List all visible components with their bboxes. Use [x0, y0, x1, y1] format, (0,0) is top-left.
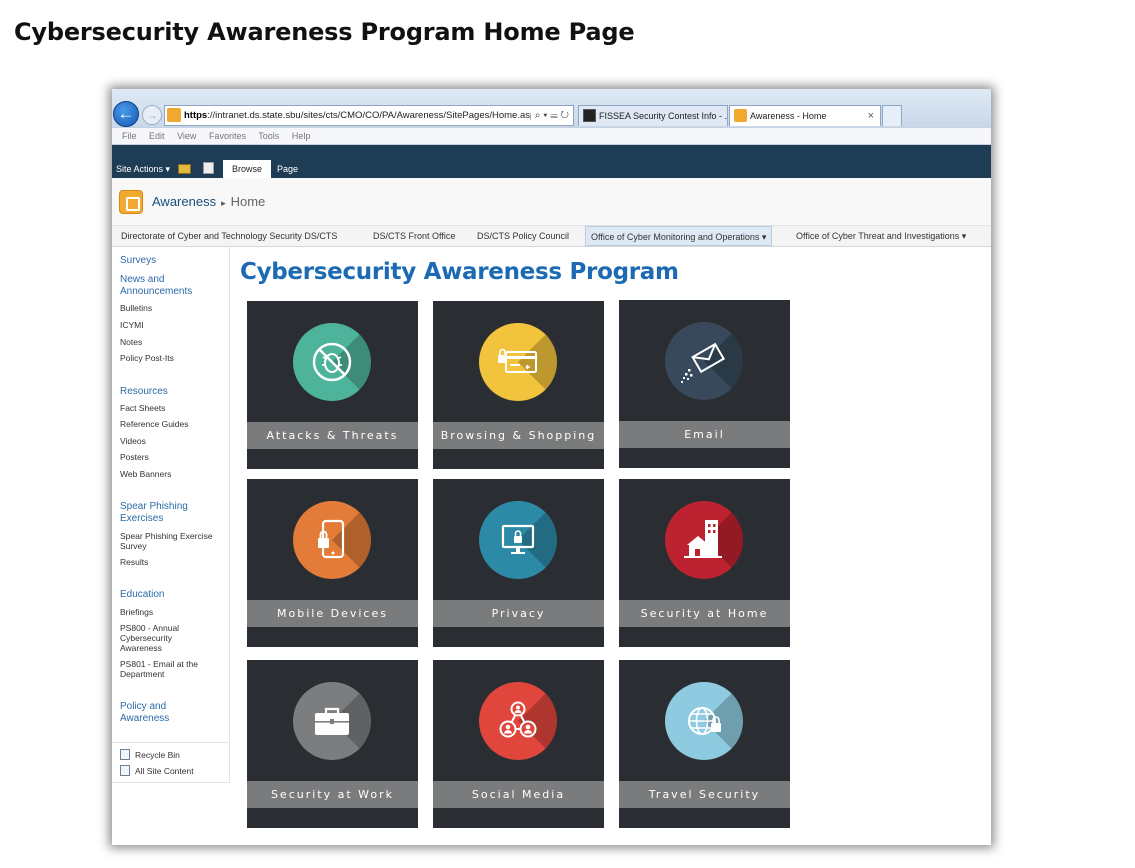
menu-help[interactable]: Help — [292, 131, 311, 141]
tile-label: Mobile Devices — [247, 600, 418, 627]
topnav-cyber-monitoring[interactable]: Office of Cyber Monitoring and Operation… — [585, 226, 773, 246]
menu-file[interactable]: File — [122, 131, 137, 141]
back-button[interactable]: ← — [113, 101, 139, 127]
navigate-up-icon[interactable] — [178, 164, 191, 174]
tab-label: FISSEA Security Contest Info - ... — [599, 111, 728, 121]
ql-videos[interactable]: Videos — [120, 436, 230, 446]
tile-label: Security at Work — [247, 781, 418, 808]
ql-posters[interactable]: Posters — [120, 452, 230, 462]
ql-bulletins[interactable]: Bulletins — [120, 303, 230, 313]
top-navigation: Directorate of Cyber and Technology Secu… — [112, 226, 991, 247]
tile-label: Email — [619, 421, 790, 448]
breadcrumb-separator-icon: ▸ — [221, 198, 226, 208]
address-tools[interactable]: ⌕ ▾ ☰ ↻ — [530, 106, 569, 125]
house-building-icon — [684, 520, 722, 558]
document-title: Cybersecurity Awareness Program Home Pag… — [14, 18, 635, 46]
tile-social-media[interactable]: Social Media — [433, 660, 604, 828]
ql-notes[interactable]: Notes — [120, 337, 230, 347]
tile-privacy[interactable]: Privacy — [433, 479, 604, 647]
tile-label: Social Media — [433, 781, 604, 808]
envelope-icon — [681, 342, 725, 383]
ql-fact-sheets[interactable]: Fact Sheets — [120, 403, 230, 413]
new-tab-button[interactable] — [882, 105, 902, 126]
topnav-front-office[interactable]: DS/CTS Front Office — [368, 226, 460, 246]
tile-label: Browsing & Shopping — [433, 422, 604, 449]
browser-toolbar: ← → https://intranet.ds.state.sbu/sites/… — [112, 89, 991, 127]
site-favicon-icon — [167, 108, 181, 122]
menu-tools[interactable]: Tools — [258, 131, 279, 141]
quick-launch-divider — [112, 742, 230, 743]
tile-email[interactable]: Email — [619, 300, 790, 468]
page-title: Cybersecurity Awareness Program — [240, 259, 679, 285]
monitor-lock-icon — [501, 524, 535, 554]
tab-favicon-icon — [734, 109, 747, 122]
ql-surveys[interactable]: Surveys — [120, 255, 230, 267]
menu-edit[interactable]: Edit — [149, 131, 165, 141]
ql-recycle-bin[interactable]: Recycle Bin — [135, 750, 180, 760]
tile-label: Security at Home — [619, 600, 790, 627]
breadcrumb-site[interactable]: Awareness — [152, 194, 216, 209]
tile-mobile-devices[interactable]: Mobile Devices — [247, 479, 418, 647]
ql-all-site-content[interactable]: All Site Content — [135, 766, 194, 776]
menu-favorites[interactable]: Favorites — [209, 131, 246, 141]
topnav-dscts[interactable]: Directorate of Cyber and Technology Secu… — [116, 226, 342, 246]
quick-launch: Surveys News and Announcements Bulletins… — [112, 247, 230, 783]
ql-web-banners[interactable]: Web Banners — [120, 469, 230, 479]
globe-lock-icon — [688, 707, 721, 735]
sharepoint-ribbon: Site Actions ▾ Browse Page — [112, 145, 991, 178]
ql-icymi[interactable]: ICYMI — [120, 320, 230, 330]
breadcrumb: Awareness ▸ Home — [152, 194, 265, 209]
address-url: ://intranet.ds.state.sbu/sites/cts/CMO/C… — [207, 110, 541, 121]
tile-travel-security[interactable]: Travel Security — [619, 660, 790, 828]
site-logo-icon — [119, 190, 143, 214]
site-title-area: Awareness ▸ Home — [112, 178, 991, 226]
ql-spear-survey[interactable]: Spear Phishing Exercise Survey — [120, 531, 230, 551]
ribbon-tab-browse[interactable]: Browse — [223, 160, 272, 178]
tab-fissea[interactable]: FISSEA Security Contest Info - ... — [578, 105, 728, 126]
tile-attacks-threats[interactable]: Attacks & Threats — [247, 301, 418, 469]
menu-bar: File Edit View Favorites Tools Help — [112, 127, 991, 145]
tile-label: Privacy — [433, 600, 604, 627]
address-scheme: https — [184, 110, 208, 121]
briefcase-icon — [315, 707, 349, 735]
ql-policy-post-its[interactable]: Policy Post-Its — [120, 353, 230, 363]
tile-label: Attacks & Threats — [247, 422, 418, 449]
ql-results[interactable]: Results — [120, 557, 230, 567]
forward-button[interactable]: → — [142, 105, 162, 125]
site-actions-menu[interactable]: Site Actions ▾ — [116, 164, 170, 175]
tab-favicon-icon — [583, 109, 596, 122]
browser-screenshot: ← → https://intranet.ds.state.sbu/sites/… — [112, 89, 991, 845]
phone-lock-icon — [318, 519, 345, 559]
tile-browsing-shopping[interactable]: Browsing & Shopping — [433, 301, 604, 469]
site-content-icon — [120, 765, 130, 776]
credit-card-lock-icon — [498, 348, 537, 373]
ql-education[interactable]: Education — [120, 589, 230, 601]
tile-security-at-home[interactable]: Security at Home — [619, 479, 790, 647]
address-bar[interactable]: https://intranet.ds.state.sbu/sites/cts/… — [164, 105, 574, 126]
ql-news[interactable]: News and Announcements — [120, 274, 210, 298]
ribbon-tab-page[interactable]: Page — [268, 160, 307, 178]
tab-close-icon[interactable]: × — [868, 106, 874, 126]
tile-label: Travel Security — [619, 781, 790, 808]
ql-ps800[interactable]: PS800 - Annual Cybersecurity Awareness — [120, 623, 200, 653]
ql-resources[interactable]: Resources — [120, 386, 230, 398]
edit-page-icon[interactable] — [203, 162, 214, 174]
ql-policy-awareness[interactable]: Policy and Awareness — [120, 701, 190, 725]
ql-briefings[interactable]: Briefings — [120, 607, 230, 617]
network-people-icon — [499, 701, 537, 738]
tab-label: Awareness - Home — [750, 111, 827, 121]
no-bug-icon — [312, 342, 352, 382]
ql-reference-guides[interactable]: Reference Guides — [120, 419, 230, 429]
topnav-cyber-threat[interactable]: Office of Cyber Threat and Investigation… — [791, 226, 971, 246]
tab-awareness-home[interactable]: Awareness - Home × — [729, 105, 881, 126]
menu-view[interactable]: View — [177, 131, 196, 141]
breadcrumb-current: Home — [230, 194, 266, 209]
ql-spear-phishing[interactable]: Spear Phishing Exercises — [120, 501, 210, 525]
recycle-bin-icon — [120, 749, 130, 760]
ql-ps801[interactable]: PS801 - Email at the Department — [120, 659, 220, 679]
tile-security-at-work[interactable]: Security at Work — [247, 660, 418, 828]
topnav-policy-council[interactable]: DS/CTS Policy Council — [472, 226, 574, 246]
